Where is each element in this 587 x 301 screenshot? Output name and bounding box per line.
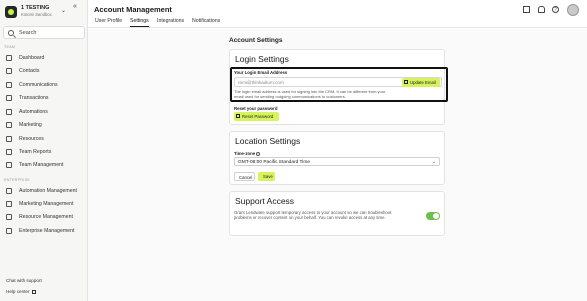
sidebar-item-automations[interactable]: Automations [3, 107, 85, 117]
reset-password-label: Reset your password [234, 106, 278, 111]
sidebar-item-label: Enterprise Management [19, 228, 75, 234]
timezone-label-text: Time-zone [234, 151, 256, 156]
external-link-icon [236, 114, 240, 118]
apps-grid-icon[interactable] [523, 6, 530, 13]
transactions-icon [6, 95, 12, 101]
enterprise-mgmt-icon [6, 228, 12, 234]
support-access-title: Support Access [235, 196, 295, 206]
chevron-down-icon[interactable]: ⌄ [61, 7, 66, 14]
help-icon[interactable]: ? [552, 6, 559, 13]
save-button[interactable]: Save [258, 172, 275, 181]
automation-mgmt-icon [6, 188, 12, 194]
sidebar-item-marketing-management[interactable]: Marketing Management [3, 199, 85, 209]
login-settings-title: Login Settings [235, 54, 289, 64]
tab-notifications[interactable]: Notifications [192, 18, 220, 26]
sidebar-item-label: Resource Management [19, 214, 73, 220]
email-help-line: email used for sending outgoing communic… [234, 94, 346, 99]
chevron-down-icon: ⌄ [431, 159, 436, 165]
sidebar-item-communications[interactable]: Communications [3, 80, 85, 90]
bell-icon[interactable] [538, 6, 545, 13]
reset-password-button[interactable]: Reset Password [234, 112, 279, 121]
sidebar-item-label: Marketing Management [19, 201, 74, 207]
save-button-label: Save [263, 174, 273, 179]
tab-integrations[interactable]: Integrations [157, 18, 184, 26]
sidebar-item-label: Transactions [19, 95, 49, 101]
sidebar-item-label: Contacts [19, 68, 40, 74]
sidebar-item-team-management[interactable]: Team Management [3, 160, 85, 170]
sidebar-item-label: Marketing [19, 122, 42, 128]
sidebar-item-label: Dashboard [19, 55, 45, 61]
chat-support-link[interactable]: Chat with support [6, 278, 42, 283]
top-icons: ? [519, 4, 579, 16]
section-label-enterprise: ENTERPRISE [4, 178, 30, 182]
org-name: 1 TESTING [21, 5, 50, 11]
page-title: Account Management [94, 5, 172, 14]
reports-icon [6, 149, 12, 155]
sidebar-item-automation-management[interactable]: Automation Management [3, 186, 85, 196]
external-link-icon [31, 289, 36, 294]
info-icon [256, 151, 261, 156]
team-icon [6, 162, 12, 168]
sidebar-item-enterprise-management[interactable]: Enterprise Management [3, 226, 85, 236]
sidebar-item-label: Communications [19, 82, 58, 88]
sidebar-item-label: Automation Management [19, 188, 77, 194]
top-bar: Account Management User Profile Settings… [88, 0, 587, 28]
sidebar-item-label: Automations [19, 109, 48, 115]
cancel-button[interactable]: Cancel [234, 172, 255, 181]
sidebar-item-transactions[interactable]: Transactions [3, 93, 85, 103]
reset-password-button-label: Reset Password [242, 114, 274, 119]
edit-icon [404, 80, 408, 84]
tab-settings[interactable]: Settings [130, 18, 149, 27]
support-description: Grant Lendware support temporary access … [234, 210, 424, 220]
timezone-value: GMT-08:00 Pacific Standard Time [238, 160, 310, 165]
content-title: Account Settings [229, 37, 283, 44]
sidebar-item-label: Resources [19, 136, 44, 142]
timezone-select[interactable]: GMT-08:00 Pacific Standard Time ⌄ [234, 157, 440, 166]
search-label: Search [19, 30, 37, 36]
marketing-mgmt-icon [6, 201, 12, 207]
sidebar-item-resource-management[interactable]: Resource Management [3, 212, 85, 222]
tab-user-profile[interactable]: User Profile [95, 18, 122, 26]
resources-icon [6, 136, 12, 142]
communications-icon [6, 82, 12, 88]
support-text-line: problems or recover content on your beha… [234, 215, 386, 220]
search-icon [8, 30, 14, 36]
collapse-sidebar-icon[interactable]: « [73, 3, 77, 10]
section-label-team: TEAM [4, 45, 16, 49]
resource-mgmt-icon [6, 214, 12, 220]
sidebar-item-label: Team Management [19, 162, 64, 168]
search-button[interactable]: Search [3, 26, 85, 39]
update-email-button[interactable]: Update Email [402, 78, 440, 87]
location-settings-title: Location Settings [235, 136, 301, 146]
sidebar-item-resources[interactable]: Resources [3, 134, 85, 144]
timezone-label: Time-zone [234, 151, 261, 156]
sidebar-item-label: Team Reports [19, 149, 52, 155]
automations-icon [6, 109, 12, 115]
sidebar-item-dashboard[interactable]: Dashboard [3, 53, 85, 63]
help-center-label: Help center [6, 289, 30, 294]
contacts-icon [6, 68, 12, 74]
email-value: remi@thinkadium.com [238, 80, 284, 85]
dashboard-icon [6, 55, 12, 61]
sidebar: 1 TESTING Kotomi Sandbox ⌄ « Search TEAM… [0, 0, 88, 301]
email-help-text: The login email address is used for sign… [234, 89, 404, 99]
update-email-label: Update Email [410, 80, 436, 85]
cancel-button-label: Cancel [239, 175, 253, 180]
help-center-link[interactable]: Help center [6, 289, 36, 294]
marketing-icon [6, 122, 12, 128]
email-label: Your Login Email Address [234, 70, 288, 75]
avatar[interactable] [567, 4, 579, 16]
org-logo [5, 6, 17, 18]
sidebar-item-marketing[interactable]: Marketing [3, 120, 85, 130]
sidebar-item-contacts[interactable]: Contacts [3, 66, 85, 76]
org-subtitle: Kotomi Sandbox [21, 12, 52, 17]
sidebar-item-team-reports[interactable]: Team Reports [3, 147, 85, 157]
support-access-toggle[interactable] [426, 212, 440, 220]
